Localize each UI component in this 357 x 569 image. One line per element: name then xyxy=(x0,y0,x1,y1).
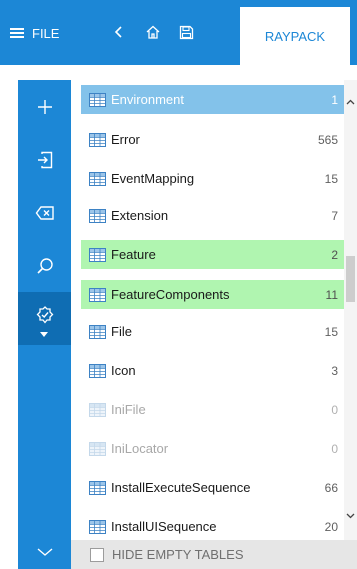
save-icon[interactable] xyxy=(175,21,197,43)
top-toolbar: FILE RAYPACK xyxy=(0,0,357,65)
row-count: 15 xyxy=(324,324,338,339)
table-row[interactable]: Error 565 xyxy=(81,125,344,154)
file-menu-button[interactable]: FILE xyxy=(10,22,59,44)
import-icon xyxy=(37,151,52,168)
separator-strip xyxy=(0,65,357,80)
table-list-footer: HIDE EMPTY TABLES xyxy=(71,540,357,569)
row-count: 0 xyxy=(331,402,338,417)
delete-button[interactable] xyxy=(18,186,71,239)
scroll-up-icon[interactable] xyxy=(345,96,356,107)
table-name: Feature xyxy=(111,247,156,262)
table-row[interactable]: Icon 3 xyxy=(81,356,344,385)
table-list: Environment 1 Error 565 EventMapping 15 Extens… xyxy=(71,80,344,540)
search-icon xyxy=(36,257,53,274)
table-icon xyxy=(89,171,106,186)
row-count: 0 xyxy=(331,441,338,456)
add-button[interactable] xyxy=(18,80,71,133)
table-row[interactable]: IniLocator 0 xyxy=(81,434,344,463)
table-name: Environment xyxy=(111,92,184,107)
table-row[interactable]: EventMapping 15 xyxy=(81,164,344,193)
table-icon xyxy=(89,247,106,262)
table-icon xyxy=(89,519,106,534)
table-name: Extension xyxy=(111,208,169,223)
table-name: EventMapping xyxy=(111,171,195,186)
backspace-icon xyxy=(35,205,54,220)
row-count: 66 xyxy=(324,480,338,495)
row-count: 2 xyxy=(331,247,338,262)
table-row[interactable]: Feature 2 xyxy=(81,240,344,269)
search-button[interactable] xyxy=(18,239,71,292)
table-name: IniLocator xyxy=(111,441,169,456)
table-icon xyxy=(89,324,106,339)
row-count: 565 xyxy=(317,132,338,147)
row-count: 1 xyxy=(331,92,338,107)
side-toolbar xyxy=(18,80,71,569)
row-count: 11 xyxy=(325,287,338,302)
table-row[interactable]: InstallExecuteSequence 66 xyxy=(81,473,344,502)
validate-icon xyxy=(36,305,53,324)
hamburger-icon xyxy=(10,28,24,38)
vertical-scrollbar[interactable] xyxy=(344,80,357,540)
table-row[interactable]: IniFile 0 xyxy=(81,395,344,424)
table-icon xyxy=(89,480,106,495)
table-icon xyxy=(89,363,106,378)
table-icon xyxy=(89,441,106,456)
table-icon xyxy=(89,402,106,417)
table-icon xyxy=(89,92,106,107)
table-name: InstallExecuteSequence xyxy=(111,480,251,495)
table-row[interactable]: File 15 xyxy=(81,317,344,346)
row-count: 20 xyxy=(324,519,338,534)
table-name: IniFile xyxy=(111,402,146,417)
table-name: FeatureComponents xyxy=(111,287,230,302)
file-menu-label: FILE xyxy=(32,25,60,41)
tab-raypack-label: RAYPACK xyxy=(264,28,326,44)
table-row[interactable]: Environment 1 xyxy=(81,85,344,114)
scroll-down-icon[interactable] xyxy=(345,510,356,521)
table-icon xyxy=(89,132,106,147)
expand-toolbar-button[interactable] xyxy=(18,534,71,569)
import-button[interactable] xyxy=(18,133,71,186)
table-name: Icon xyxy=(111,363,136,378)
validate-button[interactable] xyxy=(18,292,71,345)
table-name: InstallUISequence xyxy=(111,519,217,534)
chevron-down-icon xyxy=(37,547,52,556)
table-row[interactable]: Extension 7 xyxy=(81,201,344,230)
row-count: 3 xyxy=(331,363,338,378)
table-icon xyxy=(89,287,106,302)
home-icon[interactable] xyxy=(142,21,164,43)
table-name: File xyxy=(111,324,132,339)
row-count: 7 xyxy=(331,208,338,223)
scrollbar-thumb[interactable] xyxy=(346,256,355,302)
table-name: Error xyxy=(111,132,140,147)
table-icon xyxy=(89,208,106,223)
hide-empty-tables-checkbox[interactable] xyxy=(90,547,104,562)
caret-down-icon xyxy=(40,332,48,337)
hide-empty-tables-label[interactable]: HIDE EMPTY TABLES xyxy=(112,547,244,562)
table-row[interactable]: FeatureComponents 11 xyxy=(81,280,344,309)
back-icon[interactable] xyxy=(108,21,130,43)
row-count: 15 xyxy=(324,171,338,186)
tab-raypack[interactable]: RAYPACK xyxy=(240,7,350,65)
table-row[interactable]: InstallUISequence 20 xyxy=(81,512,344,540)
plus-icon xyxy=(37,99,52,114)
